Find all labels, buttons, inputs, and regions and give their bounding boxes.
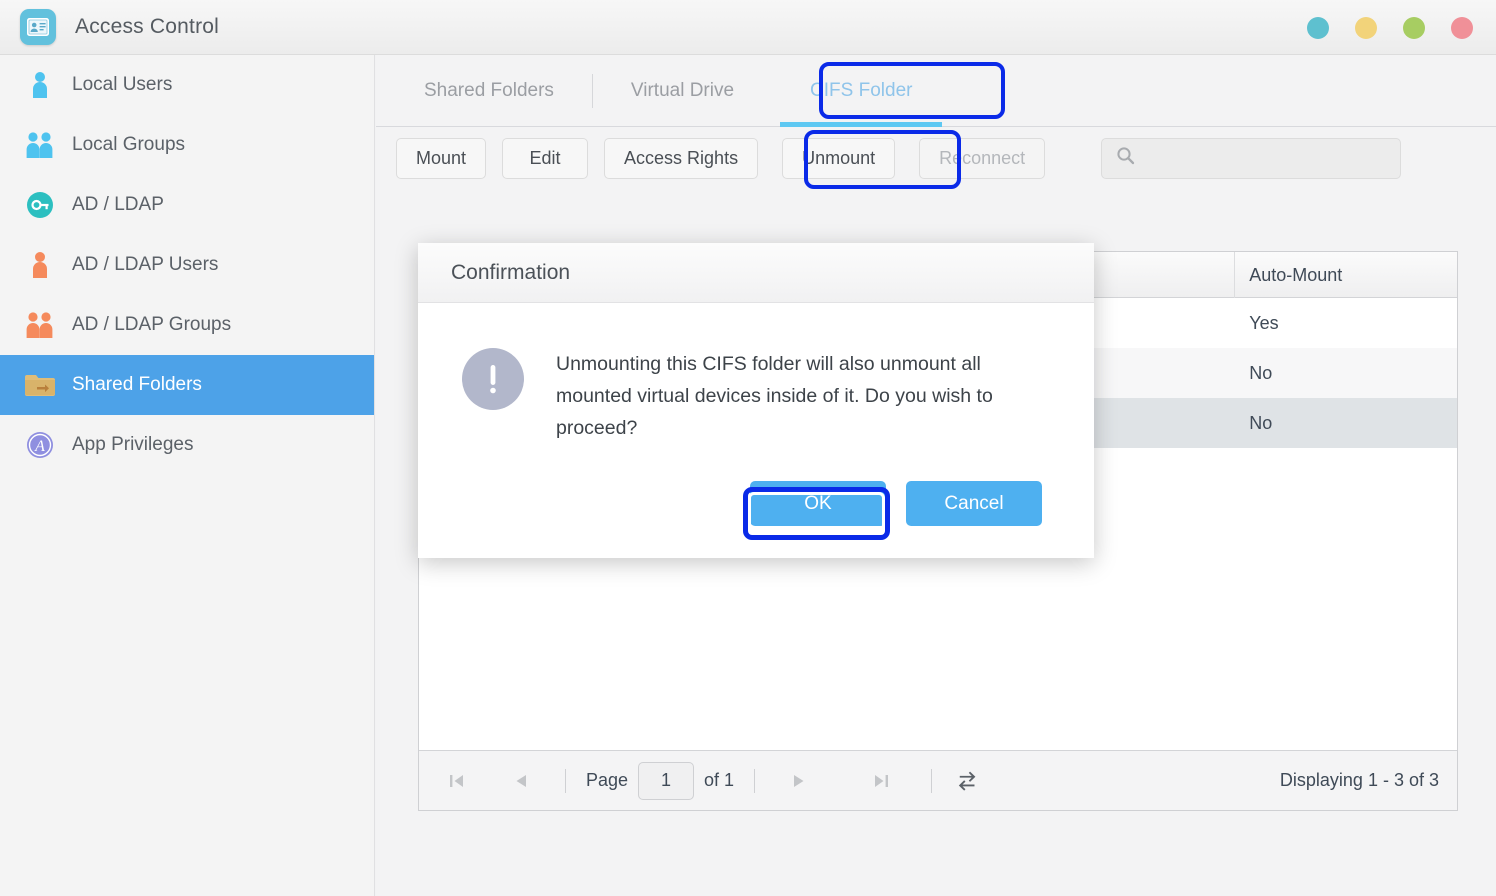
sidebar-item-label: AD / LDAP Users: [72, 254, 219, 275]
sidebar: Local Users Local Groups AD / LDAP AD / …: [0, 55, 375, 896]
cancel-button[interactable]: Cancel: [906, 481, 1042, 526]
button-label: Access Rights: [624, 147, 739, 168]
tab-bar: Shared Folders Virtual Drive CIFS Folder: [376, 55, 1496, 127]
tab-virtual-drive[interactable]: Virtual Drive: [593, 55, 772, 127]
sidebar-item-label: Local Groups: [72, 134, 186, 155]
pager-divider: [565, 768, 566, 793]
sidebar-item-shared-folders[interactable]: Shared Folders: [0, 355, 374, 415]
sidebar-item-label: Local Users: [72, 74, 173, 95]
cell-auto-mount: No: [1249, 412, 1273, 433]
exclamation-circle-icon: [462, 348, 524, 410]
column-label: Auto-Mount: [1249, 264, 1343, 285]
dialog-header: Confirmation: [418, 243, 1094, 303]
last-page-icon: [861, 761, 901, 801]
window-dot-green[interactable]: [1403, 16, 1425, 39]
tab-label: Shared Folders: [424, 79, 554, 101]
sidebar-item-ad-ldap[interactable]: AD / LDAP: [0, 175, 374, 235]
key-circle-icon: [22, 187, 58, 223]
sidebar-item-label: AD / LDAP: [72, 194, 164, 215]
search-icon: [1116, 146, 1135, 170]
id-badge-icon: [20, 9, 56, 45]
button-label: Reconnect: [939, 147, 1026, 168]
cell-auto-mount: No: [1249, 362, 1273, 383]
mount-button[interactable]: Mount: [396, 137, 487, 179]
sidebar-item-ad-ldap-users[interactable]: AD / LDAP Users: [0, 235, 374, 295]
sidebar-item-ad-ldap-groups[interactable]: AD / LDAP Groups: [0, 295, 374, 355]
sidebar-item-label: AD / LDAP Groups: [72, 314, 232, 335]
sidebar-item-local-groups[interactable]: Local Groups: [0, 115, 374, 175]
first-page-icon: [437, 761, 477, 801]
page-number-input[interactable]: [638, 761, 695, 800]
sidebar-item-local-users[interactable]: Local Users: [0, 55, 374, 115]
tab-label: Virtual Drive: [630, 79, 735, 101]
folder-share-icon: [22, 367, 58, 403]
pager-divider: [754, 768, 756, 793]
unmount-button[interactable]: Unmount: [782, 137, 896, 179]
access-rights-button[interactable]: Access Rights: [604, 137, 759, 179]
dialog-message: Unmounting this CIFS folder will also un…: [556, 353, 993, 439]
dialog-actions: OK Cancel: [750, 481, 1042, 526]
page-total-label: of 1: [704, 770, 735, 790]
page-label: Page: [586, 770, 629, 790]
confirmation-dialog: Confirmation Unmounting this CIFS folder…: [418, 243, 1094, 558]
user-icon: [22, 67, 58, 103]
next-page-icon: [779, 761, 819, 801]
ok-button[interactable]: OK: [750, 481, 886, 526]
window-dot-teal[interactable]: [1307, 16, 1329, 39]
user-icon: [22, 247, 58, 283]
refresh-icon[interactable]: [948, 761, 988, 801]
app-badge-icon: A: [22, 427, 58, 463]
title-bar: Access Control: [0, 0, 1496, 55]
displaying-status: Displaying 1 - 3 of 3: [1279, 770, 1439, 790]
pagination-bar: Page of 1 Displaying 1 - 3 of 3: [419, 750, 1457, 810]
svg-text:A: A: [34, 438, 45, 455]
tab-cifs-folder[interactable]: CIFS Folder: [772, 55, 950, 127]
window-dot-red[interactable]: [1451, 16, 1473, 39]
dialog-body: Unmounting this CIFS folder will also un…: [418, 303, 1094, 444]
users-icon: [22, 127, 58, 163]
pager-divider: [931, 768, 933, 793]
tab-shared-folders[interactable]: Shared Folders: [386, 55, 592, 127]
sidebar-item-label: Shared Folders: [72, 374, 202, 395]
window-title: Access Control: [75, 15, 220, 38]
button-label: Unmount: [802, 147, 876, 168]
button-label: Mount: [416, 147, 467, 168]
prev-page-icon: [501, 761, 541, 801]
edit-button[interactable]: Edit: [502, 137, 589, 179]
users-icon: [22, 307, 58, 343]
action-toolbar: Mount Edit Access Rights Unmount Reconne…: [376, 127, 1496, 189]
reconnect-button: Reconnect: [919, 137, 1046, 179]
button-label: Edit: [529, 147, 561, 168]
access-control-window: Access Control Local Users Local Groups: [0, 0, 1496, 896]
window-controls: [1307, 0, 1473, 55]
search-input[interactable]: [1144, 148, 1401, 168]
search-box[interactable]: [1101, 137, 1402, 179]
sidebar-item-app-privileges[interactable]: A App Privileges: [0, 415, 374, 475]
tab-label: CIFS Folder: [810, 79, 913, 101]
table-header-auto-mount[interactable]: Auto-Mount: [1235, 252, 1457, 298]
window-dot-yellow[interactable]: [1355, 16, 1377, 39]
dialog-title: Confirmation: [451, 260, 571, 284]
sidebar-item-label: App Privileges: [72, 434, 194, 455]
cell-auto-mount: Yes: [1249, 312, 1279, 333]
